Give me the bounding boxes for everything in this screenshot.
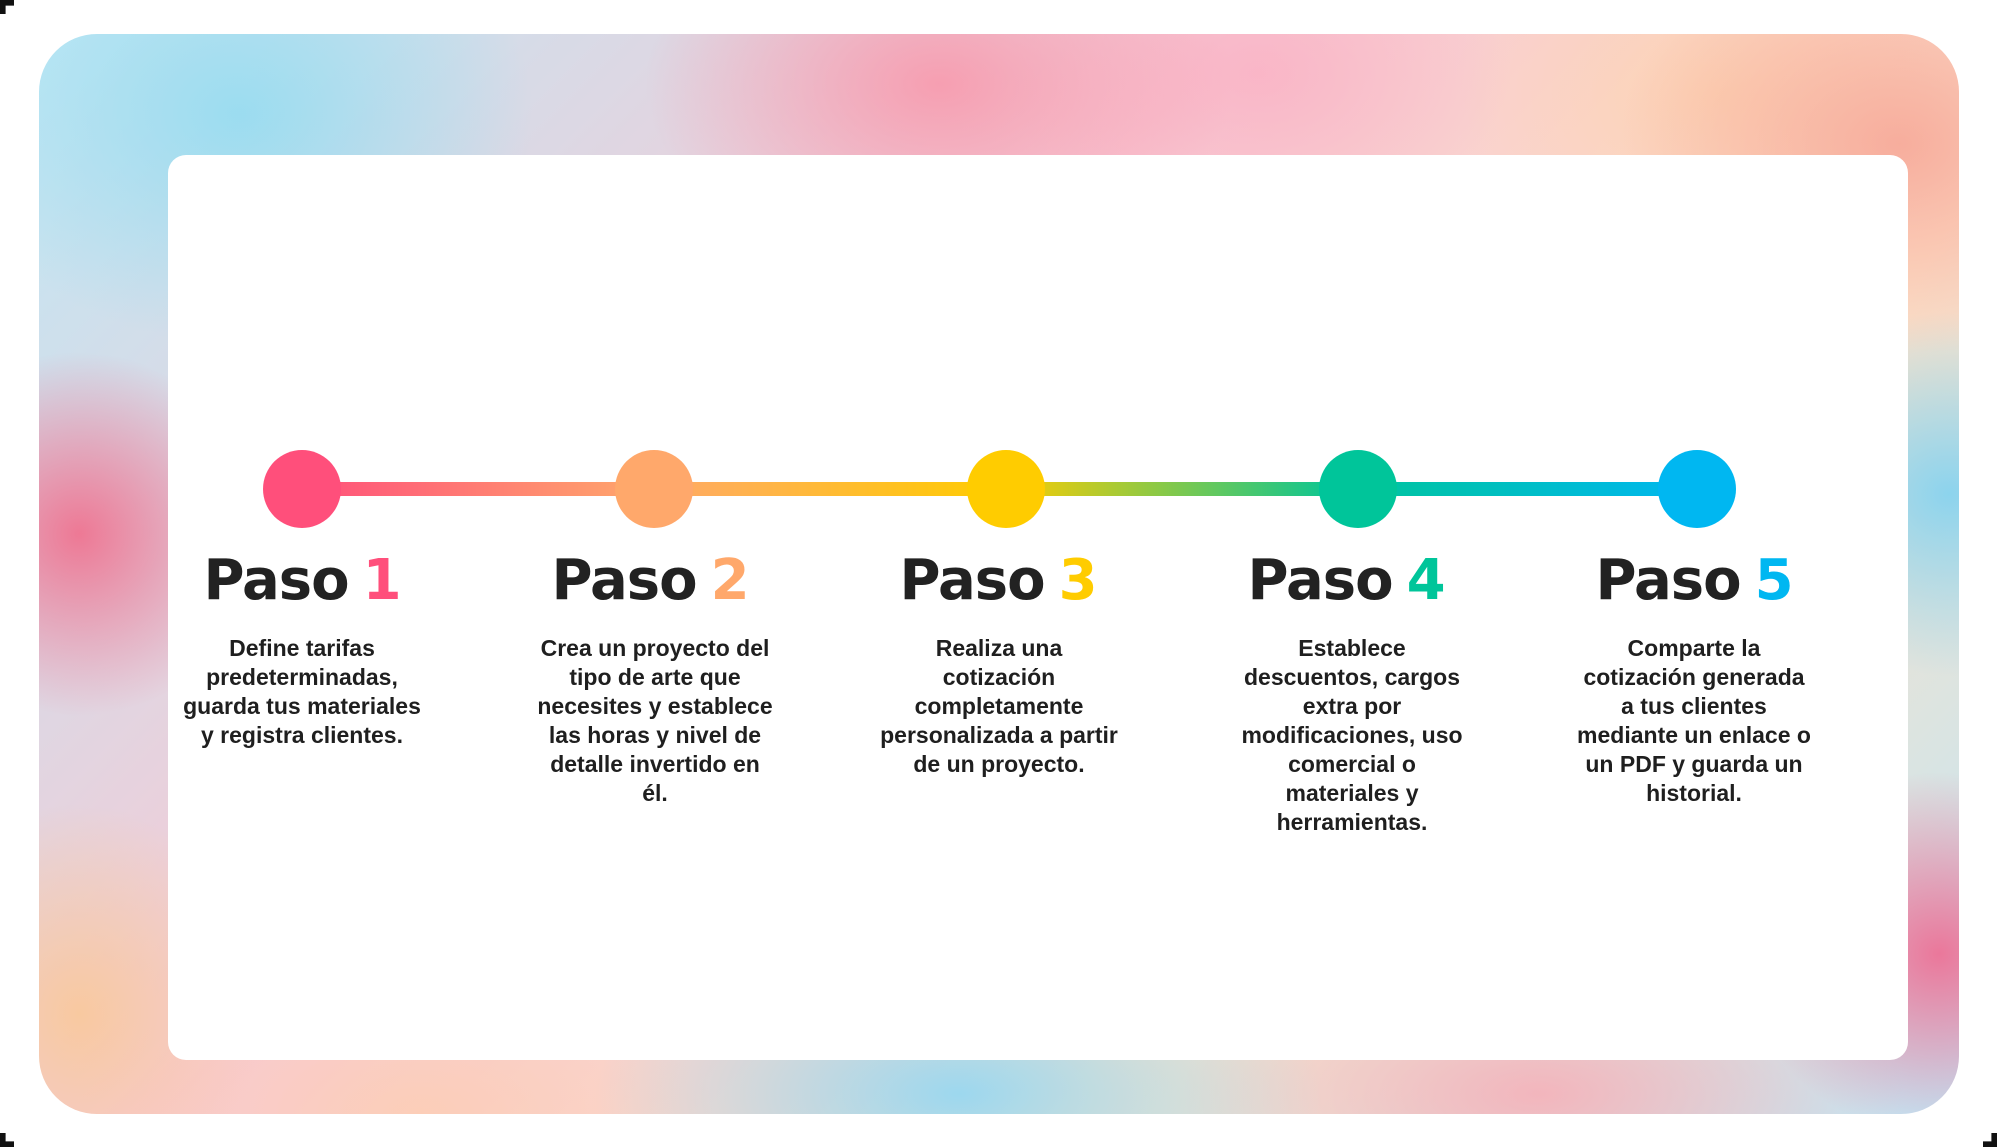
step-3-marker <box>967 450 1045 528</box>
step-number: 4 <box>1406 548 1446 613</box>
step-4-title: Paso 4 <box>1196 548 1496 614</box>
step-word: Paso <box>203 548 349 613</box>
step-word: Paso <box>1247 548 1393 613</box>
step-3-description: Realiza una cotización completamente per… <box>880 635 1118 777</box>
step-word: Paso <box>1595 548 1741 613</box>
step-1-marker <box>263 450 341 528</box>
step-1-title: Paso 1 <box>152 548 452 614</box>
step-2-marker <box>615 450 693 528</box>
step-5-description: Comparte la cotización generada a tus cl… <box>1577 635 1811 806</box>
step-4-marker <box>1319 450 1397 528</box>
step-2-title: Paso 2 <box>500 548 800 614</box>
step-5-marker <box>1658 450 1736 528</box>
step-2-description: Crea un proyecto del tipo de arte que ne… <box>537 635 773 806</box>
step-1-description: Define tarifas predeterminadas, guarda t… <box>183 635 421 748</box>
step-4-description: Establece descuentos, cargos extra por m… <box>1241 635 1463 835</box>
step-word: Paso <box>899 548 1045 613</box>
step-word: Paso <box>551 548 697 613</box>
step-number: 5 <box>1754 548 1794 613</box>
step-number: 2 <box>710 548 750 613</box>
step-number: 3 <box>1058 548 1098 613</box>
slide: Paso 1 Paso 2 Paso 3 Paso 4 Paso 5 Define tar… <box>0 0 1997 1147</box>
step-3-title: Paso 3 <box>848 548 1148 614</box>
step-5-title: Paso 5 <box>1544 548 1844 614</box>
step-number: 1 <box>362 548 402 613</box>
